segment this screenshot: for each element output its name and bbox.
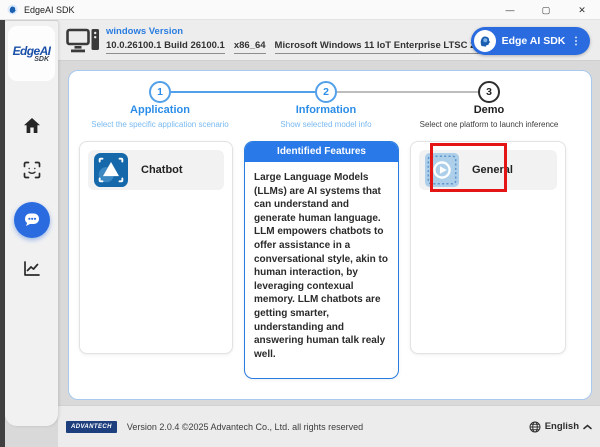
stepper-connector-2-3: [337, 91, 478, 93]
step-3-circle: 3: [478, 81, 500, 103]
os-arch-value: x86_64: [234, 40, 266, 54]
close-button[interactable]: ✕: [564, 0, 600, 20]
general-play-icon: [425, 153, 459, 187]
chatbot-card-label: Chatbot: [141, 164, 183, 176]
chatbot-icon: [94, 153, 128, 187]
step-3-description: Select one platform to launch inference: [409, 119, 569, 130]
edge-ai-sdk-button[interactable]: Edge AI SDK ⋮: [471, 27, 590, 55]
footer-version-text: Version 2.0.4 ©2025 Advantech Co., Ltd. …: [127, 422, 363, 432]
footer: ADVANTECH Version 2.0.4 ©2025 Advantech …: [58, 405, 600, 447]
os-version-label: windows Version: [106, 26, 491, 37]
application-column: Chatbot: [79, 141, 233, 354]
minimize-button[interactable]: —: [492, 0, 528, 20]
desktop-pc-icon: [66, 28, 100, 54]
active-nav-highlight: [14, 202, 50, 238]
logo-text-sdk: SDK: [34, 56, 49, 63]
line-chart-icon: [23, 260, 41, 277]
step-2-description: Show selected model info: [246, 119, 406, 130]
sidebar-item-chatbot-active[interactable]: [5, 202, 58, 238]
language-selector[interactable]: English: [529, 421, 592, 433]
step-2-circle: 2: [315, 81, 337, 103]
edge-ai-logo-badge: [474, 30, 496, 52]
chevron-up-icon: [583, 424, 592, 430]
os-build-value: 10.0.26100.1 Build 26100.1: [106, 40, 225, 54]
kebab-menu-icon[interactable]: ⋮: [571, 36, 581, 47]
stepper-connector-1-2: [171, 91, 315, 93]
step-1-circle: 1: [149, 81, 171, 103]
sidebar: EdgeAI SDK: [5, 21, 58, 426]
home-icon: [23, 117, 41, 134]
chatbot-card[interactable]: Chatbot: [88, 150, 224, 190]
edge-ai-sdk-button-label: Edge AI SDK: [496, 35, 571, 47]
window-title: EdgeAI SDK: [24, 5, 75, 15]
general-card-label: General: [472, 164, 513, 176]
step-3-label: Demo: [409, 104, 569, 116]
os-edition-value: Microsoft Windows 11 IoT Enterprise LTSC…: [275, 40, 492, 54]
edge-ai-head-icon: [477, 33, 493, 49]
face-scan-icon: [23, 161, 41, 179]
sidebar-item-metrics[interactable]: [5, 260, 58, 277]
sidebar-item-home[interactable]: [5, 117, 58, 134]
general-card[interactable]: General: [419, 150, 557, 190]
system-info-header: windows Version 10.0.26100.1 Build 26100…: [58, 20, 600, 61]
language-label: English: [545, 421, 579, 432]
step-1-description: Select the specific application scenario: [80, 119, 240, 130]
maximize-button[interactable]: ▢: [528, 0, 564, 20]
identified-features-text: Large Language Models (LLMs) are AI syst…: [245, 162, 398, 370]
demo-column: General: [410, 141, 566, 354]
identified-features-header: Identified Features: [245, 142, 398, 162]
step-2-label: Information: [246, 104, 406, 116]
advantech-logo: ADVANTECH: [66, 421, 117, 433]
information-column: Identified Features Large Language Model…: [244, 141, 399, 379]
os-version-block: windows Version 10.0.26100.1 Build 26100…: [106, 26, 491, 54]
edgeai-sdk-logo: EdgeAI SDK: [8, 26, 55, 81]
sidebar-item-face-scan[interactable]: [5, 161, 58, 179]
globe-icon: [529, 421, 541, 433]
step-1-label: Application: [80, 104, 240, 116]
chat-bubble-icon: [23, 212, 41, 228]
titlebar: EdgeAI SDK — ▢ ✕: [0, 0, 600, 20]
wizard-panel: 1 2 3 Application Information Demo Selec…: [68, 70, 592, 400]
app-icon: [7, 4, 18, 15]
